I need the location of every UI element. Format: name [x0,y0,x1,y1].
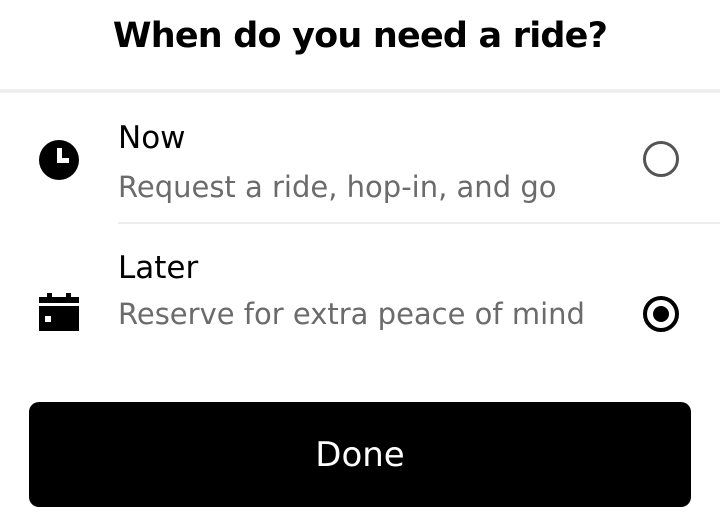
sheet-header: When do you need a ride? [0,0,720,90]
radio-selected-dot [653,306,669,322]
done-button[interactable]: Done [29,402,691,507]
done-button-label: Done [315,434,405,475]
clock-icon [38,139,80,181]
option-later-label: Later [118,250,199,286]
option-now-label: Now [118,120,186,156]
option-later-description: Reserve for extra peace of mind [118,297,585,331]
radio-later[interactable] [643,296,679,332]
option-now[interactable]: Now Request a ride, hop-in, and go [0,93,720,223]
sheet-title: When do you need a ride? [112,16,608,56]
option-later[interactable]: Later Reserve for extra peace of mind [0,224,720,394]
option-now-description: Request a ride, hop-in, and go [118,170,557,204]
calendar-icon [38,293,80,335]
ride-time-sheet: When do you need a ride? Now Request a r… [0,0,720,522]
radio-now[interactable] [643,141,679,177]
